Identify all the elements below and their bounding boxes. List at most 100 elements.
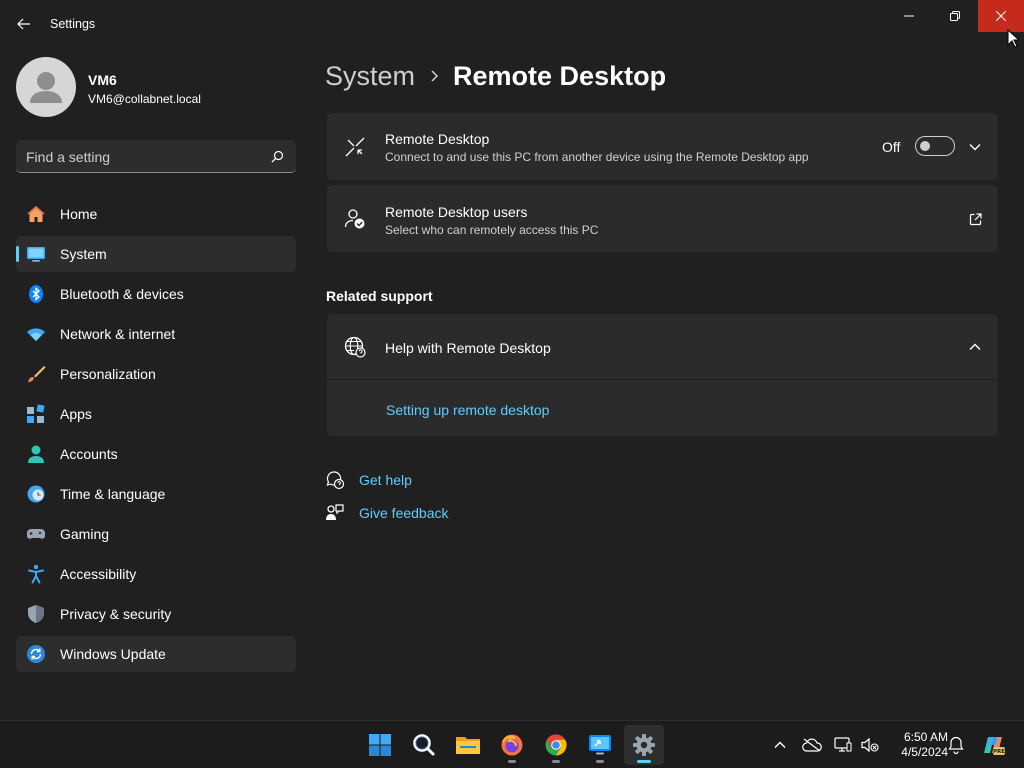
sidebar-item-accounts[interactable]: Accounts (16, 436, 296, 472)
chrome-icon (545, 734, 567, 756)
accounts-icon (26, 444, 46, 464)
close-icon (996, 11, 1006, 21)
collapse-button[interactable] (965, 337, 985, 357)
running-indicator (552, 760, 560, 763)
sidebar-item-windows-update[interactable]: Windows Update (16, 636, 296, 672)
start-icon (369, 734, 391, 756)
chrome-button[interactable] (536, 725, 576, 765)
related-support-heading: Related support (326, 288, 433, 304)
remote-desktop-users-card[interactable]: Remote Desktop users Select who can remo… (327, 185, 998, 252)
sidebar-item-accessibility[interactable]: Accessibility (16, 556, 296, 592)
clock-time: 6:50 AM (903, 730, 948, 744)
firefox-icon (501, 734, 523, 756)
sidebar-item-label: Bluetooth & devices (60, 286, 184, 302)
active-indicator (637, 760, 651, 763)
file-explorer-button[interactable] (448, 725, 488, 765)
restore-button[interactable] (932, 0, 978, 32)
sidebar-item-label: Privacy & security (60, 606, 172, 622)
sidebar-item-system[interactable]: System (16, 236, 296, 272)
settings-icon (633, 734, 655, 756)
open-external-button[interactable] (965, 209, 985, 229)
restore-icon (950, 11, 960, 21)
sidebar-item-bluetooth[interactable]: Bluetooth & devices (16, 276, 296, 312)
setting-up-remote-desktop-link[interactable]: Setting up remote desktop (386, 402, 549, 418)
sidebar-item-label: System (60, 246, 107, 262)
network-monitor-icon[interactable] (833, 735, 853, 755)
get-help-link[interactable]: Get help (325, 469, 412, 491)
user-name: VM6 (88, 72, 117, 88)
remote-desktop-title: Remote Desktop (385, 131, 490, 147)
back-button[interactable] (10, 12, 38, 36)
wifi-icon (26, 324, 46, 344)
remote-desktop-app-icon (589, 735, 611, 755)
remote-desktop-card[interactable]: Remote Desktop Connect to and use this P… (327, 113, 998, 180)
minimize-button[interactable] (886, 0, 932, 32)
brush-icon (26, 364, 46, 384)
sidebar-item-home[interactable]: Home (16, 196, 296, 232)
sidebar-item-time-language[interactable]: Time & language (16, 476, 296, 512)
sidebar-item-label: Accessibility (60, 566, 137, 582)
search-box[interactable] (16, 140, 296, 173)
feedback-icon (325, 503, 345, 523)
file-explorer-icon (456, 737, 480, 754)
user-check-icon (343, 207, 367, 231)
breadcrumb-parent[interactable]: System (325, 61, 415, 92)
chevron-up-icon (969, 343, 981, 350)
give-feedback-link[interactable]: Give feedback (325, 502, 449, 524)
sidebar-item-label: Home (60, 206, 98, 222)
remote-desktop-icon (343, 135, 367, 159)
sidebar-item-apps[interactable]: Apps (16, 396, 296, 432)
volume-muted-icon[interactable] (860, 735, 880, 755)
mouse-cursor-icon (1007, 29, 1019, 48)
page-title: Remote Desktop (453, 60, 667, 91)
settings-taskbar-button[interactable] (624, 725, 664, 765)
svg-text:PRE: PRE (993, 749, 1005, 755)
remote-users-title: Remote Desktop users (385, 204, 528, 220)
toggle-state-label: Off (882, 139, 901, 155)
gamepad-icon (26, 524, 46, 544)
search-icon (413, 734, 435, 756)
sidebar-item-personalization[interactable]: Personalization (16, 356, 296, 392)
system-icon (26, 244, 46, 264)
sidebar-nav: Home System Bluetooth & devices Network … (16, 196, 296, 676)
remote-desktop-app-button[interactable] (580, 725, 620, 765)
sidebar-item-label: Accounts (60, 446, 118, 462)
breadcrumb-chevron-icon (429, 69, 439, 83)
firefox-button[interactable] (492, 725, 532, 765)
title-bar: Settings (0, 0, 1024, 48)
shield-icon (26, 604, 46, 624)
search-input[interactable] (26, 147, 266, 167)
apps-icon (26, 404, 46, 424)
remote-desktop-toggle[interactable] (915, 136, 955, 156)
clock-date: 4/5/2024 (901, 745, 948, 759)
help-card-header[interactable]: Help with Remote Desktop (327, 314, 998, 380)
remote-desktop-description: Connect to and use this PC from another … (385, 150, 809, 164)
breadcrumb: System Remote Desktop (325, 58, 666, 94)
sidebar-item-gaming[interactable]: Gaming (16, 516, 296, 552)
chevron-up-icon[interactable] (770, 735, 790, 755)
close-button[interactable] (978, 0, 1024, 32)
copilot-icon[interactable]: PRE (980, 733, 1006, 757)
user-email: VM6@collabnet.local (88, 92, 201, 106)
sidebar-item-network[interactable]: Network & internet (16, 316, 296, 352)
app-title: Settings (50, 17, 96, 31)
expand-button[interactable] (965, 137, 985, 157)
help-chat-icon (325, 470, 345, 490)
home-icon (26, 204, 46, 224)
sidebar-item-privacy-security[interactable]: Privacy & security (16, 596, 296, 632)
taskbar-search-button[interactable] (404, 725, 444, 765)
sidebar-item-label: Time & language (60, 486, 166, 502)
notification-bell-icon[interactable] (946, 735, 966, 755)
start-button[interactable] (360, 725, 400, 765)
search-icon[interactable] (271, 150, 284, 168)
sidebar-item-label: Network & internet (60, 326, 176, 342)
chevron-down-icon (969, 144, 981, 151)
taskbar-clock[interactable]: 6:50 AM 4/5/2024 (888, 730, 948, 760)
onedrive-offline-icon[interactable] (802, 735, 822, 755)
open-external-icon (969, 212, 982, 225)
user-silhouette-icon (30, 72, 62, 103)
back-arrow-icon (17, 18, 30, 30)
help-title: Help with Remote Desktop (385, 340, 551, 356)
user-profile[interactable]: VM6 VM6@collabnet.local (16, 57, 296, 117)
avatar (16, 57, 76, 117)
